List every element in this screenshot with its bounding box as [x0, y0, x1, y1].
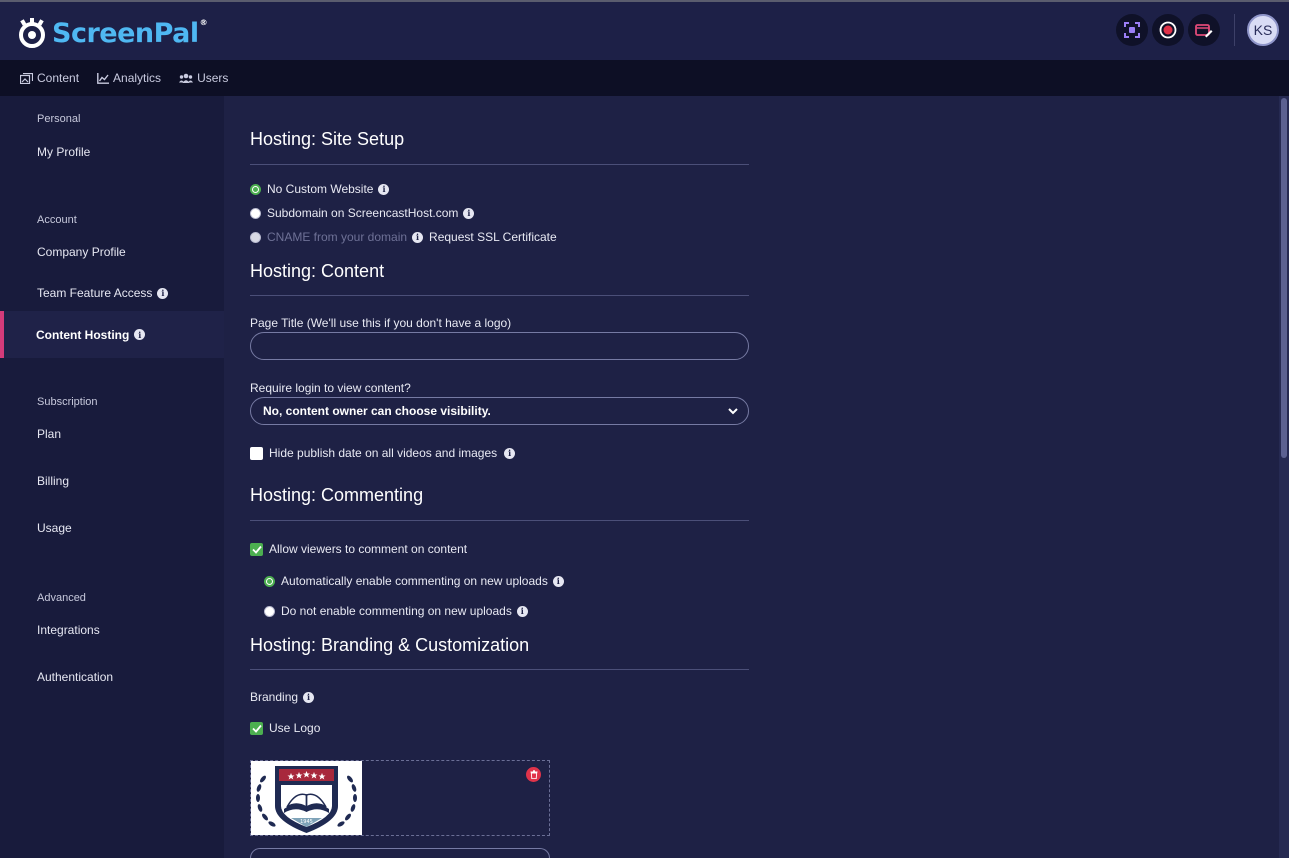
require-login-label: Require login to view content? [250, 381, 411, 395]
video-editor-icon [1195, 24, 1213, 38]
nav-users[interactable]: Users [179, 71, 228, 85]
sidebar-item-team-feature-access[interactable]: Team Feature Access i [0, 273, 224, 313]
screenshot-button[interactable] [1116, 14, 1148, 46]
sidebar-item-billing[interactable]: Billing [0, 461, 224, 501]
use-logo-option[interactable]: Use Logo [250, 721, 320, 735]
hosting-settings-panel: Hosting: Site Setup No Custom Website i … [224, 96, 1279, 858]
use-logo-checkbox[interactable] [250, 721, 263, 735]
record-icon [1159, 21, 1177, 39]
subdomain-radio[interactable] [250, 207, 261, 219]
no-custom-website-option[interactable]: No Custom Website i [250, 182, 390, 196]
sidebar-item-plan[interactable]: Plan [0, 414, 224, 454]
section-divider [250, 164, 749, 165]
sidebar-item-authentication[interactable]: Authentication [0, 657, 224, 697]
commenting-title: Hosting: Commenting [250, 485, 424, 505]
no-enable-comments-option[interactable]: Do not enable commenting on new uploads … [264, 604, 528, 618]
sidebar-item-company-profile[interactable]: Company Profile [0, 232, 224, 272]
users-icon [179, 73, 194, 83]
allow-comments-checkbox[interactable] [250, 542, 263, 556]
uploaded-logo-image: 1945 [251, 761, 362, 835]
cname-radio[interactable] [250, 231, 261, 243]
nav-content[interactable]: Content [20, 71, 79, 85]
nav-analytics[interactable]: Analytics [97, 71, 161, 85]
crest-year: 1945 [300, 819, 313, 825]
sidebar-section-account: Account [37, 214, 77, 226]
sidebar-item-integrations[interactable]: Integrations [0, 610, 224, 650]
sidebar-section-advanced: Advanced [37, 592, 86, 604]
content-title: Hosting: Content [250, 261, 385, 281]
section-divider [250, 295, 749, 296]
sidebar-section-personal: Personal [37, 113, 81, 125]
no-enable-comments-radio[interactable] [264, 605, 275, 617]
scrollbar-thumb[interactable] [1281, 98, 1287, 458]
header-separator [1234, 14, 1235, 46]
sidebar-item-content-hosting[interactable]: Content Hosting i [0, 311, 224, 358]
require-login-select[interactable]: No, content owner can choose visibility. [250, 397, 749, 425]
logo-text: ScreenPal® [52, 17, 208, 49]
info-icon[interactable]: i [552, 575, 564, 587]
next-field-input[interactable] [250, 848, 550, 858]
record-button[interactable] [1152, 14, 1184, 46]
branding-label-row: Branding i [250, 690, 315, 704]
info-icon[interactable]: i [463, 207, 475, 219]
info-icon[interactable]: i [378, 183, 390, 195]
no-custom-website-radio[interactable] [250, 183, 261, 195]
video-editor-button[interactable] [1188, 14, 1220, 46]
content-icon [20, 72, 33, 84]
info-icon[interactable]: i [303, 691, 315, 703]
page-title-label: Page Title (We'll use this if you don't … [250, 316, 512, 330]
delete-logo-button[interactable] [526, 767, 541, 782]
info-icon[interactable]: i [134, 329, 146, 340]
sidebar-section-subscription: Subscription [37, 396, 98, 408]
request-ssl-link[interactable]: Request SSL Certificate [429, 230, 557, 244]
screenpal-logo-icon [17, 18, 47, 48]
allow-comments-option[interactable]: Allow viewers to comment on content [250, 542, 467, 556]
auto-enable-comments-option[interactable]: Automatically enable commenting on new u… [264, 574, 564, 588]
info-icon[interactable]: i [412, 231, 424, 243]
site-setup-title: Hosting: Site Setup [250, 129, 405, 149]
logo-upload-area[interactable]: 1945 [250, 760, 550, 836]
user-avatar[interactable]: KS [1247, 14, 1279, 46]
screenshot-icon [1124, 22, 1140, 38]
school-crest-logo: 1945 [256, 766, 357, 833]
app-header: ScreenPal® KS [0, 0, 1289, 60]
info-icon[interactable]: i [157, 287, 169, 299]
sidebar-item-usage[interactable]: Usage [0, 508, 224, 548]
checkmark-icon [251, 724, 262, 733]
info-icon[interactable]: i [504, 447, 516, 459]
checkmark-icon [251, 545, 262, 554]
branding-title: Hosting: Branding & Customization [250, 635, 530, 655]
sidebar-item-my-profile[interactable]: My Profile [0, 132, 224, 172]
subdomain-option[interactable]: Subdomain on ScreencastHost.com i [250, 206, 475, 220]
hide-publish-date-checkbox[interactable] [250, 446, 263, 460]
settings-sidebar: Personal My Profile Account Company Prof… [0, 96, 224, 858]
analytics-icon [97, 72, 110, 84]
auto-enable-comments-radio[interactable] [264, 575, 275, 587]
cname-option[interactable]: CNAME from your domain i Request SSL Cer… [250, 230, 557, 244]
section-divider [250, 520, 749, 521]
top-nav: Content Analytics Users [0, 60, 1289, 96]
hide-publish-date-option[interactable]: Hide publish date on all videos and imag… [250, 446, 516, 460]
trash-icon [530, 770, 537, 779]
page-title-input[interactable] [250, 332, 749, 360]
header-actions: KS [1112, 14, 1279, 46]
info-icon[interactable]: i [516, 605, 528, 617]
screenpal-logo[interactable]: ScreenPal® [17, 16, 208, 50]
chevron-down-icon [728, 408, 738, 415]
section-divider [250, 669, 749, 670]
